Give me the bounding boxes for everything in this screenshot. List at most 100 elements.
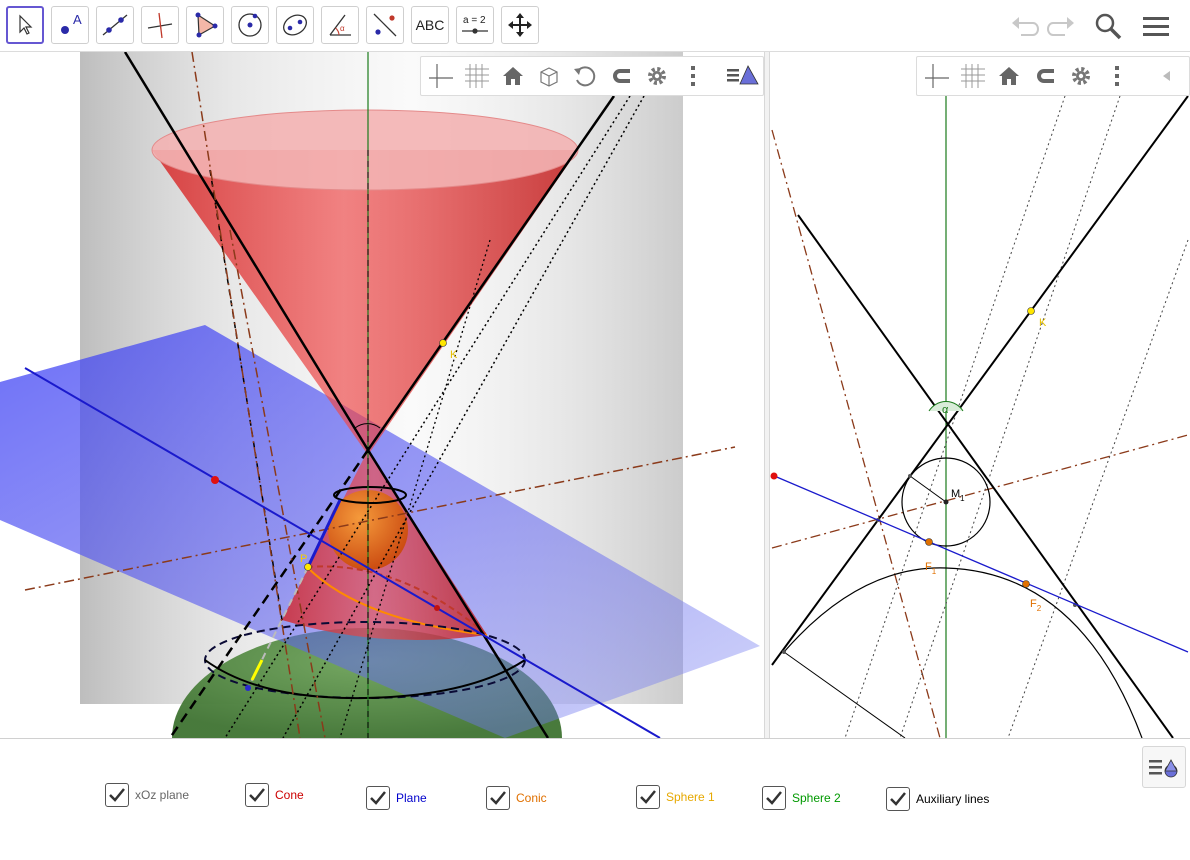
checkbox-box[interactable] bbox=[486, 786, 510, 810]
point-k[interactable] bbox=[439, 339, 447, 347]
cone-rim bbox=[152, 110, 578, 190]
axes-toggle-3d[interactable] bbox=[425, 60, 457, 92]
more-vertical-icon bbox=[1115, 66, 1119, 86]
algebra-view-toggle-button[interactable] bbox=[1142, 746, 1186, 788]
algebra-view-icon bbox=[727, 65, 759, 85]
tool-perpendicular[interactable] bbox=[141, 6, 179, 44]
label-k-2d: K bbox=[1039, 317, 1047, 329]
checkbox-label: xOz plane bbox=[135, 788, 190, 802]
grid-icon bbox=[465, 64, 489, 88]
snap-button-2d[interactable] bbox=[1029, 60, 1061, 92]
checkbox-sphere-1[interactable]: Sphere 1 bbox=[636, 785, 715, 809]
snap-button-3d[interactable] bbox=[605, 60, 637, 92]
cube-icon bbox=[540, 67, 558, 87]
undo-button[interactable] bbox=[1006, 8, 1042, 44]
checkbox-label: Cone bbox=[275, 788, 304, 802]
axes-icon bbox=[925, 64, 949, 88]
settings-button-3d[interactable] bbox=[641, 60, 673, 92]
checkbox-box[interactable] bbox=[762, 786, 786, 810]
checkmark-icon bbox=[640, 790, 656, 804]
checkbox-box[interactable] bbox=[105, 783, 129, 807]
search-button[interactable] bbox=[1090, 8, 1126, 44]
line-through-points-icon bbox=[102, 14, 128, 36]
magnet-icon bbox=[1037, 69, 1054, 83]
more-vertical-icon bbox=[691, 66, 695, 86]
magnet-icon bbox=[613, 69, 630, 83]
checkmark-icon bbox=[766, 791, 782, 805]
checkbox-label: Auxiliary lines bbox=[916, 792, 990, 806]
home-button-2d[interactable] bbox=[993, 60, 1025, 92]
checkmark-icon bbox=[249, 788, 265, 802]
tool-slider[interactable]: a = 2 bbox=[456, 6, 494, 44]
tool-point[interactable]: A bbox=[51, 6, 89, 44]
point-f2[interactable] bbox=[1022, 580, 1030, 588]
axes-icon bbox=[429, 64, 453, 88]
checkbox-box[interactable] bbox=[636, 785, 660, 809]
redo-icon bbox=[1047, 17, 1074, 36]
svg-text:A: A bbox=[73, 12, 82, 27]
checkbox-box[interactable] bbox=[245, 783, 269, 807]
tool-reflect[interactable] bbox=[366, 6, 404, 44]
gear-icon bbox=[648, 67, 666, 85]
more-button-3d[interactable] bbox=[677, 60, 709, 92]
checkmark-icon bbox=[890, 792, 906, 806]
rotate-view-button[interactable] bbox=[569, 60, 601, 92]
redo-button[interactable] bbox=[1044, 8, 1080, 44]
svg-text:M1: M1 bbox=[951, 488, 965, 503]
checkbox-auxiliary-lines[interactable]: Auxiliary lines bbox=[886, 787, 989, 811]
tool-ellipse[interactable] bbox=[276, 6, 314, 44]
circle-center-point-icon bbox=[238, 13, 262, 37]
tool-circle[interactable] bbox=[231, 6, 269, 44]
tool-polygon[interactable] bbox=[186, 6, 224, 44]
grid-toggle-3d[interactable] bbox=[461, 60, 493, 92]
tool-line[interactable] bbox=[96, 6, 134, 44]
checkbox-sphere-2[interactable]: Sphere 2 bbox=[762, 786, 841, 810]
tool-move-view[interactable] bbox=[501, 6, 539, 44]
circle-sphere-2 bbox=[783, 567, 1143, 738]
point-red-2d[interactable] bbox=[770, 472, 778, 480]
stylebar-2d bbox=[916, 56, 1190, 96]
checkbox-box[interactable] bbox=[886, 787, 910, 811]
collapse-stylebar-button[interactable] bbox=[1151, 60, 1183, 92]
settings-button-2d[interactable] bbox=[1065, 60, 1097, 92]
point-f1[interactable] bbox=[925, 538, 933, 546]
checkbox-cone[interactable]: Cone bbox=[245, 783, 304, 807]
graphics-view-2d[interactable]: α M1 F1 F2 K bbox=[770, 52, 1190, 738]
graphics-view-3d[interactable]: K P bbox=[0, 52, 765, 738]
text-icon: ABC bbox=[415, 17, 445, 33]
plane-trace-2d bbox=[771, 474, 1189, 653]
checkbox-plane[interactable]: Plane bbox=[366, 786, 427, 810]
tool-angle[interactable]: α bbox=[321, 6, 359, 44]
menu-button[interactable] bbox=[1138, 8, 1174, 44]
checkbox-label: Sphere 1 bbox=[666, 790, 715, 804]
checkbox-box[interactable] bbox=[366, 786, 390, 810]
label-f1: F1 bbox=[925, 561, 937, 576]
axes-toggle-2d[interactable] bbox=[921, 60, 953, 92]
gear-icon bbox=[1072, 67, 1090, 85]
search-icon bbox=[1095, 13, 1122, 40]
tool-text[interactable]: ABC bbox=[411, 6, 449, 44]
scene-2d[interactable]: α M1 F1 F2 K bbox=[770, 52, 1190, 738]
checkbox-label: Conic bbox=[516, 791, 547, 805]
point-red[interactable] bbox=[211, 476, 219, 484]
home-button-3d[interactable] bbox=[497, 60, 529, 92]
label-alpha: α bbox=[942, 404, 949, 416]
checkbox-xoz-plane[interactable]: xOz plane bbox=[105, 783, 189, 807]
algebra-view-icon bbox=[1149, 759, 1178, 778]
menu-icon bbox=[1143, 17, 1169, 36]
main-toolbar: A α ABC a = 2 bbox=[0, 0, 1190, 52]
tool-move[interactable] bbox=[6, 6, 44, 44]
stylebar-3d bbox=[420, 56, 764, 96]
point-k-2d[interactable] bbox=[1027, 307, 1035, 315]
algebra-view-button-3d[interactable] bbox=[723, 60, 763, 92]
undo-icon bbox=[1012, 17, 1039, 36]
home-icon bbox=[503, 67, 523, 85]
checkbox-conic[interactable]: Conic bbox=[486, 786, 547, 810]
perpendicular-line-icon bbox=[147, 12, 173, 39]
scene-3d[interactable]: K P bbox=[0, 52, 764, 738]
svg-text:α: α bbox=[340, 24, 345, 33]
grid-toggle-2d[interactable] bbox=[957, 60, 989, 92]
checkbox-panel: xOz plane Cone Plane Conic Sphere 1 Sphe… bbox=[0, 738, 1190, 860]
more-button-2d[interactable] bbox=[1101, 60, 1133, 92]
view-direction-button[interactable] bbox=[533, 60, 565, 92]
